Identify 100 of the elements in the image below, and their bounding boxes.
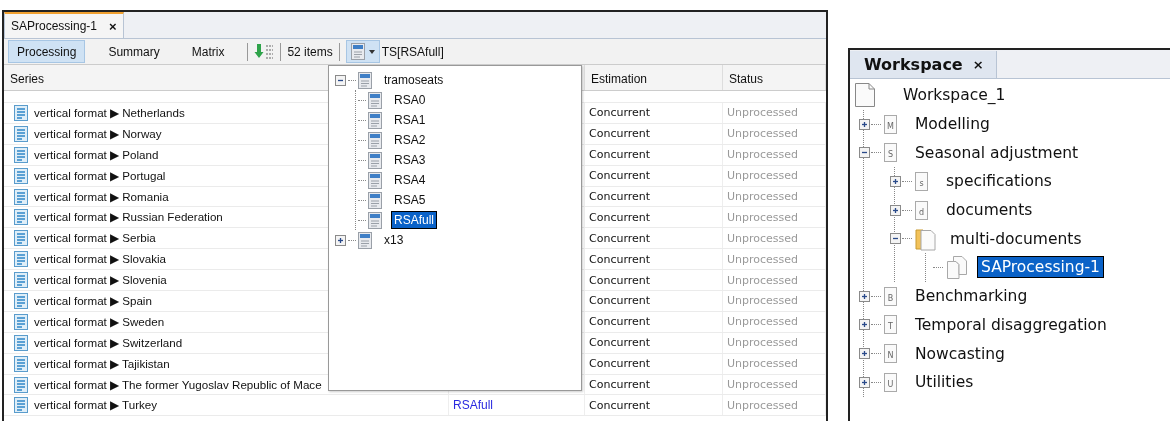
table-cell: Concurrent [585, 186, 723, 207]
tree-toggle[interactable] [890, 204, 901, 216]
spec-tree-item[interactable]: RSA0 [392, 92, 428, 108]
tree-toggle[interactable] [890, 175, 901, 187]
series-icon [14, 313, 28, 330]
table-cell: Concurrent [585, 332, 723, 353]
workspace-tree-item[interactable]: Temporal disaggregation [912, 314, 1110, 335]
series-name: vertical format ▶ The former Yugoslav Republic of Mace [34, 377, 322, 392]
workspace-tree-item[interactable]: multi-documents [947, 228, 1085, 249]
tree-toggle[interactable] [859, 376, 870, 388]
series-icon [14, 334, 28, 351]
workspace-tree-item[interactable]: Modelling [912, 114, 993, 135]
series-name: vertical format ▶ Netherlands [34, 105, 185, 120]
column-header[interactable]: Status [723, 65, 826, 90]
spec-document-icon [368, 191, 382, 209]
tree-toggle[interactable] [859, 348, 870, 360]
workspace-tree-item[interactable]: SAProcessing-1 [978, 257, 1103, 278]
tab-title: Workspace [864, 55, 963, 74]
series-name: vertical format ▶ Switzerland [34, 335, 183, 350]
table-cell: Concurrent [585, 270, 723, 290]
tree-toggle[interactable] [859, 118, 870, 130]
series-icon [14, 292, 28, 309]
table-cell: Unprocessed [723, 332, 826, 353]
workspace-tree-item[interactable]: documents [943, 200, 1036, 221]
spec-document-icon [368, 91, 382, 109]
table-cell: Unprocessed [723, 207, 826, 228]
spec-tree-item[interactable]: RSA3 [392, 152, 428, 168]
workspace-tree-item[interactable]: Utilities [912, 372, 977, 393]
table-cell: Unprocessed [723, 270, 826, 290]
workspace-tree-item[interactable]: Nowcasting [912, 343, 1008, 364]
table-cell: Concurrent [585, 353, 723, 374]
series-name: vertical format ▶ Sweden [34, 314, 165, 329]
series-name: vertical format ▶ Norway [34, 126, 162, 141]
view-tab[interactable]: Processing [8, 40, 86, 63]
table-cell: Concurrent [585, 374, 723, 395]
table-cell: Unprocessed [723, 353, 826, 374]
table-cell: Concurrent [585, 103, 723, 123]
table-cell: Concurrent [585, 207, 723, 228]
workspace-tree-item[interactable]: Workspace_1 [900, 85, 1009, 106]
caret-icon [368, 49, 375, 54]
tree-toggle[interactable] [890, 233, 901, 245]
tab-title: SAProcessing-1 [11, 19, 98, 33]
tree-toggle[interactable] [859, 319, 870, 331]
tree-toggle[interactable] [335, 74, 346, 86]
table-cell: Unprocessed [723, 144, 826, 165]
column-header[interactable]: Estimation [585, 65, 723, 90]
table-cell: Unprocessed [723, 311, 826, 332]
table-cell: Unprocessed [723, 374, 826, 395]
spec-tree-item[interactable]: RSA4 [392, 172, 428, 188]
table-cell: Unprocessed [723, 123, 826, 144]
letter-document-icon: B [884, 286, 897, 306]
view-tab[interactable]: Matrix [182, 40, 234, 63]
workspace-tree-item[interactable]: Seasonal adjustment [912, 142, 1082, 163]
series-icon [14, 188, 28, 205]
table-cell: Concurrent [585, 291, 723, 311]
series-icon [14, 376, 28, 393]
spec-tree-item[interactable]: x13 [382, 232, 406, 248]
specification-link[interactable]: RSAfull [453, 398, 493, 413]
series-name: vertical format ▶ Tajikistan [34, 356, 170, 371]
series-icon [14, 272, 28, 289]
series-icon [14, 167, 28, 184]
table-cell: Unprocessed [723, 228, 826, 249]
download-arrow-icon[interactable] [254, 42, 275, 61]
spec-tree-item[interactable]: RSAfull [392, 212, 436, 228]
workspace-tree-item[interactable]: specifications [943, 171, 1055, 192]
series-name: vertical format ▶ Poland [34, 147, 159, 162]
spec-dropdown-button[interactable] [345, 40, 380, 63]
tree-toggle[interactable] [859, 290, 870, 302]
spec-tree-item[interactable]: tramoseats [382, 72, 446, 88]
series-icon [14, 104, 28, 121]
series-icon [14, 397, 28, 414]
spec-tree-item[interactable]: RSA1 [392, 112, 428, 128]
spec-label: TS[RSAfull] [381, 44, 444, 59]
series-icon [14, 355, 28, 372]
series-name: vertical format ▶ Romania [34, 189, 169, 204]
series-icon [14, 209, 28, 226]
series-name: vertical format ▶ Russian Federation [34, 210, 223, 225]
series-icon [14, 125, 28, 142]
table-cell: Concurrent [585, 311, 723, 332]
letter-document-icon: d [915, 200, 928, 220]
series-icon [14, 230, 28, 247]
letter-document-icon: S [884, 143, 897, 163]
tree-toggle[interactable] [859, 147, 870, 159]
table-cell: Unprocessed [723, 395, 826, 416]
workspace-tab[interactable]: Workspace × [850, 51, 997, 78]
series-name: vertical format ▶ Serbia [34, 231, 156, 246]
spec-document-icon [368, 171, 382, 189]
workspace-tree-item[interactable]: Benchmarking [912, 286, 1031, 307]
spec-tree-item[interactable]: RSA2 [392, 132, 428, 148]
table-cell: Unprocessed [723, 103, 826, 123]
table-cell: Concurrent [585, 228, 723, 249]
tree-toggle[interactable] [335, 234, 346, 246]
view-tab[interactable]: Summary [99, 40, 169, 63]
close-button[interactable]: × [109, 18, 117, 34]
spec-tree-item[interactable]: RSA5 [392, 192, 428, 208]
close-button[interactable]: × [972, 57, 984, 72]
table-cell: Unprocessed [723, 165, 826, 186]
documents-icon [946, 255, 968, 280]
spec-document-icon [368, 211, 382, 229]
editor-tab[interactable]: SAProcessing-1 × [4, 12, 124, 38]
